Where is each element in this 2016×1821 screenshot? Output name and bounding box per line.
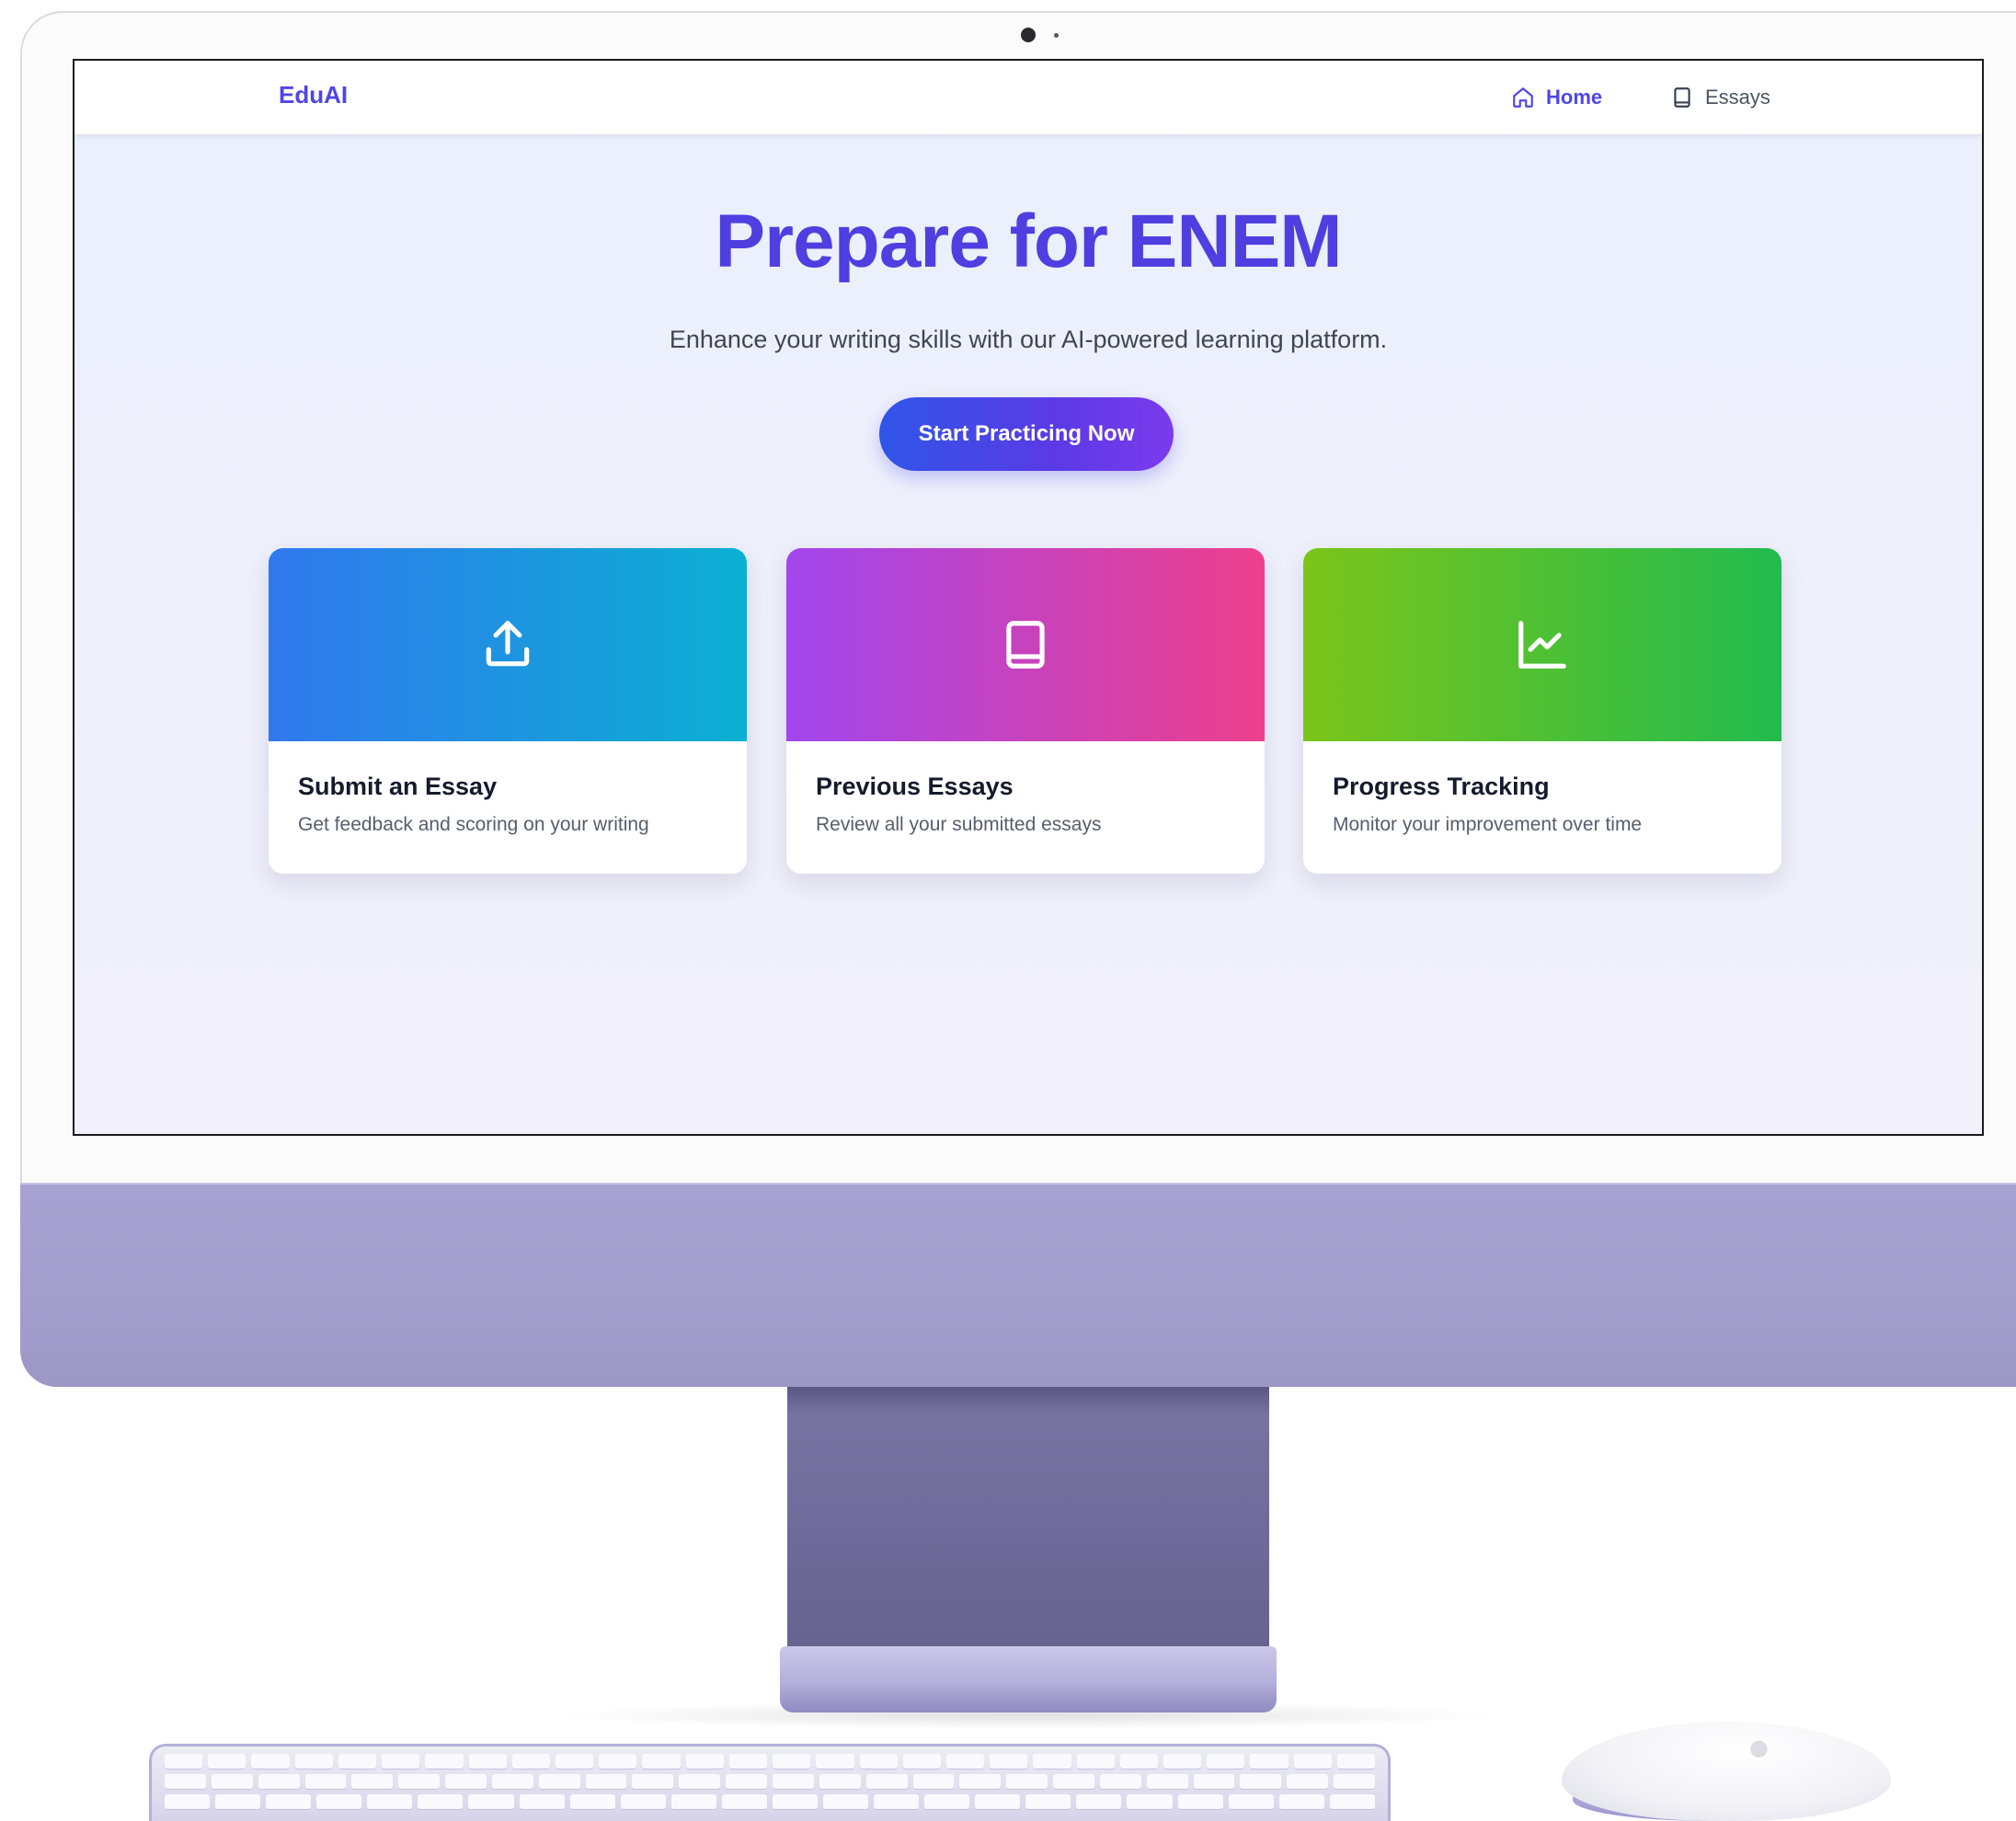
card-title: Submit an Essay — [298, 773, 498, 800]
camera-lens — [1021, 28, 1036, 42]
card-header — [269, 548, 747, 741]
monitor-stand-foot — [780, 1646, 1277, 1712]
keyboard-row — [165, 1754, 1376, 1769]
card-description: Review all your submitted essays — [816, 814, 1102, 835]
card-title: Progress Tracking — [1333, 773, 1550, 800]
apple-logo-icon: ● — [1749, 1735, 1769, 1760]
keyboard — [149, 1744, 1391, 1821]
card-description: Get feedback and scoring on your writing — [298, 814, 649, 835]
card-description: Monitor your improvement over time — [1333, 814, 1643, 835]
card-previous-essays[interactable]: Previous Essays Review all your submitte… — [786, 548, 1265, 874]
nav-link-label: Essays — [1705, 86, 1770, 109]
navbar: EduAI Home Essays — [74, 61, 1982, 134]
nav-link-home[interactable]: Home — [1511, 79, 1602, 116]
mouse — [1562, 1722, 1891, 1821]
book-icon — [1674, 87, 1690, 108]
card-submit-essay[interactable]: Submit an Essay Get feedback and scoring… — [269, 548, 747, 874]
monitor-stand — [787, 1387, 1269, 1665]
home-icon — [1513, 87, 1533, 108]
screen: EduAI Home Essays Prepare for ENEM Enhan… — [73, 59, 1984, 1136]
book-icon — [1006, 621, 1045, 669]
card-title: Previous Essays — [816, 773, 1014, 800]
keyboard-row — [165, 1794, 1375, 1809]
hero-title: Prepare for ENEM — [715, 200, 1342, 283]
hero-subtitle: Enhance your writing skills with our AI-… — [669, 326, 1388, 353]
card-header — [786, 548, 1265, 741]
nav-link-essays[interactable]: Essays — [1670, 79, 1770, 116]
camera-indicator — [1054, 33, 1059, 38]
brand-logo[interactable]: EduAI — [279, 81, 348, 109]
upload-icon — [486, 621, 530, 667]
keyboard-row — [165, 1774, 1375, 1789]
monitor-chin — [20, 1185, 2016, 1387]
card-progress-tracking[interactable]: Progress Tracking Monitor your improveme… — [1303, 548, 1781, 874]
nav-link-label: Home — [1546, 86, 1603, 109]
line-chart-icon — [1518, 621, 1566, 669]
card-header — [1303, 548, 1781, 741]
start-practicing-button[interactable]: Start Practicing Now — [879, 397, 1174, 471]
